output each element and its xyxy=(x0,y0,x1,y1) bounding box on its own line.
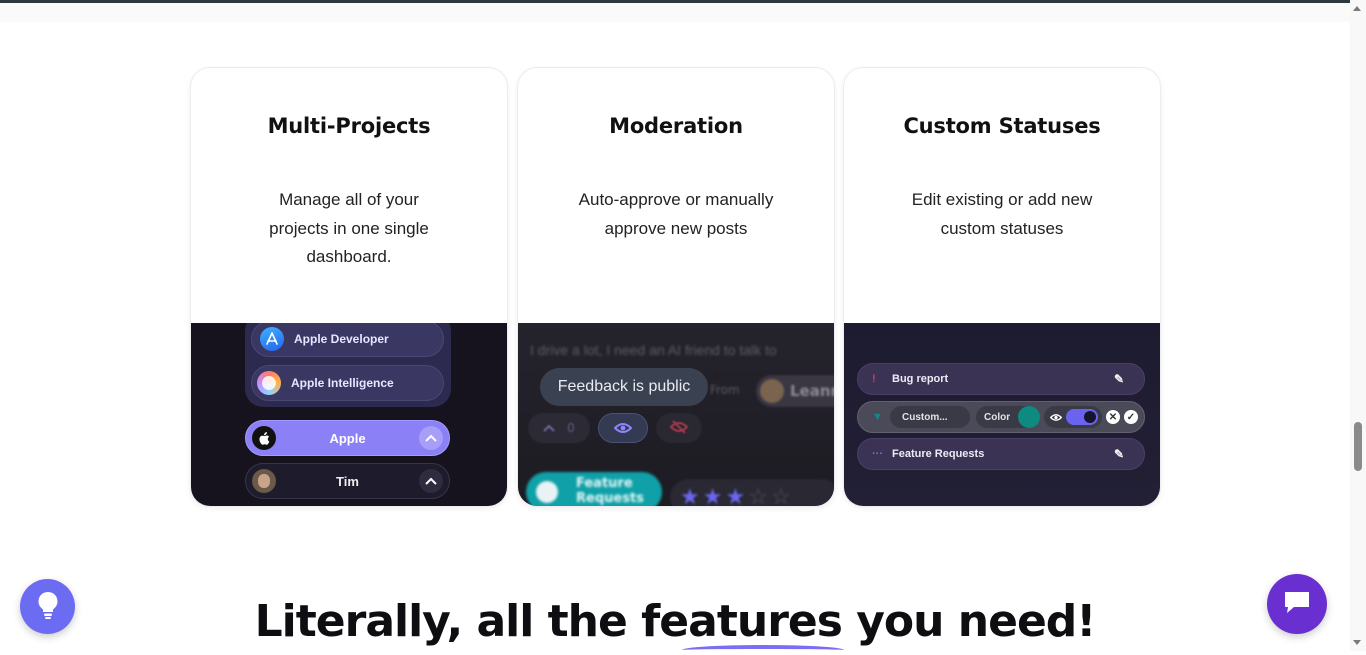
status-label: Bug report xyxy=(892,373,949,385)
moderation-preview: I drive a lot, I need an AI friend to ta… xyxy=(518,323,834,507)
org-label: Apple xyxy=(329,430,366,446)
eye-icon xyxy=(1050,413,1062,421)
app-store-icon xyxy=(260,327,284,351)
visibility-toggle[interactable] xyxy=(1044,406,1102,428)
status-marker-icon: ! xyxy=(872,373,876,385)
star-empty-icon: ☆ xyxy=(748,484,768,507)
status-row-editing: ▼ Custom... Color ✕ ✓ xyxy=(857,401,1145,433)
status-marker-icon: ▼ xyxy=(872,411,883,423)
star-filled-icon: ★ xyxy=(702,484,723,507)
tag-label: Feature Requests xyxy=(576,476,644,506)
project-label: Apple Developer xyxy=(294,332,389,346)
tooltip: Feedback is public xyxy=(540,368,708,406)
post-preview-text: I drive a lot, I need an AI friend to ta… xyxy=(530,342,777,358)
feedback-button[interactable] xyxy=(20,579,75,634)
chevron-up-icon[interactable] xyxy=(419,426,443,450)
rating-stars: ★ ★ ★ ☆ ☆ xyxy=(670,479,834,507)
author-name: Leanne xyxy=(790,382,834,400)
status-marker-icon: ··· xyxy=(872,448,883,460)
project-label: Apple Intelligence xyxy=(291,376,394,390)
custom-statuses-preview: ! Bug report ✎ ▼ Custom... Color ✕ ✓ ···… xyxy=(844,323,1160,506)
card-description: Manage all of your projects in one singl… xyxy=(269,190,429,266)
pencil-icon[interactable]: ✎ xyxy=(1114,447,1130,461)
from-label: From xyxy=(710,383,740,397)
heading-underline xyxy=(682,645,844,655)
apple-intelligence-icon xyxy=(257,371,281,395)
card-title: Custom Statuses xyxy=(903,114,1101,138)
chevron-up-icon[interactable] xyxy=(419,469,443,493)
scroll-up-arrow-icon[interactable] xyxy=(1353,6,1361,11)
org-item-apple[interactable]: Apple xyxy=(245,420,450,456)
color-picker[interactable]: Color xyxy=(976,406,1040,428)
author-chip: Leanne xyxy=(756,375,834,407)
project-item-apple-intelligence[interactable]: Apple Intelligence xyxy=(251,365,444,401)
star-filled-icon: ★ xyxy=(725,484,746,507)
visibility-private-button[interactable] xyxy=(656,413,702,443)
chat-button[interactable] xyxy=(1267,574,1327,634)
lightbulb-icon xyxy=(37,591,59,623)
project-item-apple-developer[interactable]: Apple Developer xyxy=(251,323,444,357)
upvote-button[interactable]: 0 xyxy=(528,413,590,443)
card-title: Moderation xyxy=(609,114,743,138)
scroll-down-arrow-icon[interactable] xyxy=(1353,640,1361,645)
color-swatch[interactable] xyxy=(1018,406,1040,428)
status-name-input[interactable]: Custom... xyxy=(890,406,970,428)
user-item-tim[interactable]: Tim xyxy=(245,463,450,499)
pencil-icon[interactable]: ✎ xyxy=(1114,372,1130,386)
feature-card-custom-statuses: Custom Statuses Edit existing or add new… xyxy=(843,67,1161,507)
section-heading: Literally, all the features you need! xyxy=(254,596,1097,647)
visibility-public-button[interactable] xyxy=(598,413,648,443)
upvote-icon xyxy=(543,421,555,435)
tag-icon xyxy=(536,481,558,503)
avatar xyxy=(252,469,276,493)
color-label: Color xyxy=(984,411,1011,423)
apple-logo-icon xyxy=(252,426,276,450)
eye-off-icon xyxy=(669,419,689,438)
status-row-feature-requests[interactable]: ··· Feature Requests ✎ xyxy=(857,438,1145,470)
page-scrollbar[interactable] xyxy=(1350,0,1366,651)
tag-chip: Feature Requests xyxy=(526,472,662,506)
scroll-thumb[interactable] xyxy=(1354,422,1362,471)
close-icon[interactable]: ✕ xyxy=(1106,410,1120,424)
user-label: Tim xyxy=(336,473,359,489)
feature-card-moderation: Moderation Auto-approve or manually appr… xyxy=(517,67,835,507)
card-title: Multi-Projects xyxy=(267,114,431,138)
status-label: Feature Requests xyxy=(892,448,985,460)
card-description: Edit existing or add new custom statuses xyxy=(911,190,1093,238)
star-empty-icon: ☆ xyxy=(770,484,791,507)
star-filled-icon: ★ xyxy=(680,484,700,507)
check-icon[interactable]: ✓ xyxy=(1124,410,1138,424)
feature-card-multi-projects: Multi-Projects Manage all of your projec… xyxy=(190,67,508,507)
header-shadow xyxy=(0,3,1350,22)
multi-projects-preview: Apple Developer Apple Intelligence Apple… xyxy=(191,323,507,506)
upvote-count: 0 xyxy=(567,421,575,435)
status-row-bug-report[interactable]: ! Bug report ✎ xyxy=(857,363,1145,395)
eye-icon xyxy=(613,419,633,438)
toggle-switch[interactable] xyxy=(1066,409,1098,425)
card-description: Auto-approve or manually approve new pos… xyxy=(578,190,774,238)
chat-bubble-icon xyxy=(1282,589,1312,619)
